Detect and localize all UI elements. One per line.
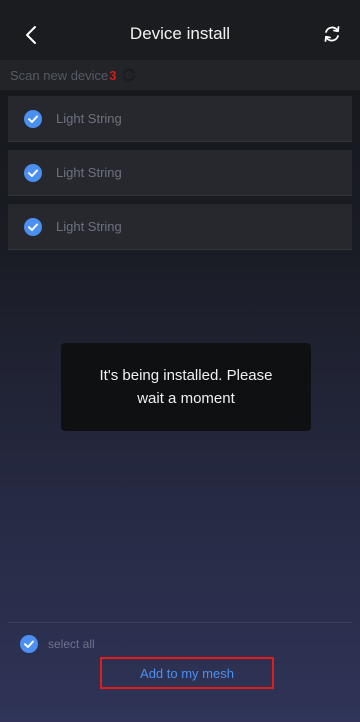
scan-label: Scan new device <box>10 67 109 83</box>
device-name: Light String <box>56 219 122 234</box>
device-name: Light String <box>56 165 122 180</box>
device-list: Light String Light String Light String <box>8 96 352 258</box>
add-to-mesh-button[interactable]: Add to my mesh <box>100 657 274 689</box>
checkbox-checked-icon[interactable] <box>24 109 42 128</box>
loading-spinner-icon <box>122 68 135 82</box>
scan-count-badge: 3 <box>109 67 117 83</box>
checkbox-checked-icon[interactable] <box>24 163 42 182</box>
footer-bar: select all Add to my mesh <box>8 622 352 722</box>
app-header: Device install <box>0 0 360 60</box>
device-item[interactable]: Light String <box>8 150 352 196</box>
toast-message: It's being installed. Please wait a mome… <box>99 367 273 407</box>
select-all-toggle[interactable]: select all <box>20 635 95 653</box>
device-item[interactable]: Light String <box>8 96 352 142</box>
checkbox-checked-icon[interactable] <box>24 217 42 236</box>
checkbox-checked-icon[interactable] <box>20 635 38 653</box>
device-item[interactable]: Light String <box>8 204 352 250</box>
refresh-icon <box>324 26 340 42</box>
page-title: Device install <box>129 24 231 43</box>
scan-new-device-row: Scan new device 3 <box>0 60 360 90</box>
select-all-label: select all <box>48 637 95 651</box>
device-name: Light String <box>56 111 122 126</box>
refresh-button[interactable] <box>322 24 342 44</box>
installing-toast: It's being installed. Please wait a mome… <box>61 343 311 431</box>
